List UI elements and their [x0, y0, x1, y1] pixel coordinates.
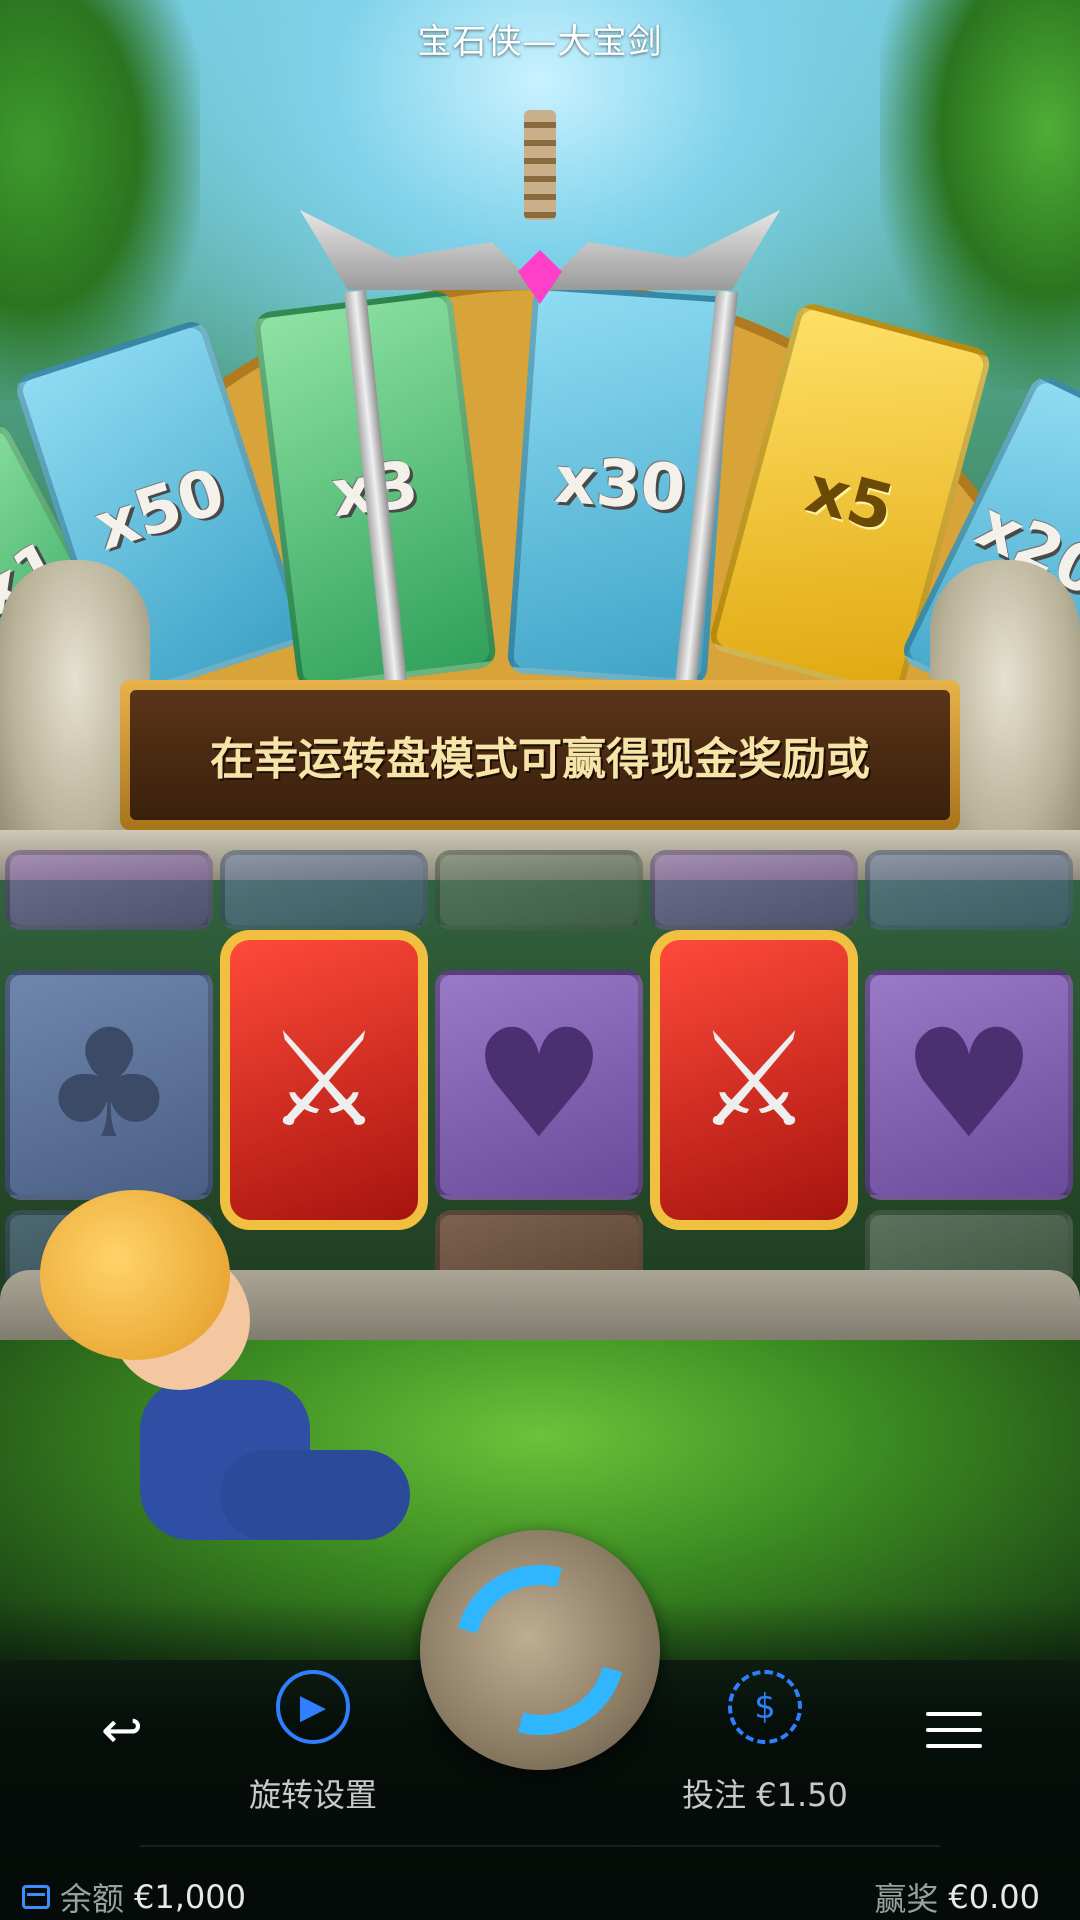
bet-label: 投注 [682, 1776, 747, 1814]
reel-tile-wild: ⚔ [650, 930, 858, 1230]
reel-tile [5, 850, 213, 930]
spin-settings-label: 旋转设置 [248, 1776, 377, 1814]
reel-tile [650, 850, 858, 930]
autoplay-icon: ▶ [276, 1670, 350, 1744]
reel-tile [435, 850, 643, 930]
info-banner: 在幸运转盘模式可赢得现金奖励或 [120, 680, 960, 830]
balance-value: €1,000 [134, 1878, 246, 1916]
spin-settings-button[interactable]: ▶ 旋转设置 [238, 1670, 388, 1816]
menu-icon[interactable] [926, 1712, 982, 1752]
reel-tile-heart: ♥ [865, 970, 1073, 1200]
game-title: 宝石侠—大宝剑 [417, 22, 663, 62]
hero-legs [220, 1450, 410, 1540]
wallet-icon [22, 1885, 50, 1909]
reel-tile-club: ♣ [5, 970, 213, 1200]
hero-hair [40, 1190, 230, 1360]
reel-tile [220, 850, 428, 930]
gem-icon [518, 250, 562, 304]
win-label: 赢奖 [874, 1880, 939, 1918]
sword-grip [524, 110, 556, 220]
spin-arrows-icon [423, 1533, 657, 1767]
hero-character [20, 1190, 420, 1590]
coin-icon: $ [728, 1670, 802, 1744]
club-icon: ♣ [41, 998, 177, 1172]
sword-pointer [300, 110, 780, 790]
balance-display: 余额 €1,000 [22, 1874, 246, 1920]
spin-button[interactable] [420, 1530, 660, 1770]
balance-label: 余额 [60, 1880, 125, 1918]
heart-icon: ♥ [901, 998, 1037, 1172]
back-arrow-icon[interactable]: ↩ [92, 1700, 152, 1760]
win-display: 赢奖 €0.00 [874, 1874, 1040, 1920]
sword-wild-icon: ⚔ [695, 1004, 813, 1156]
divider [140, 1845, 940, 1847]
bet-display: 投注 €1.50 [682, 1770, 848, 1816]
reel-tile-heart: ♥ [435, 970, 643, 1200]
bet-value: €1.50 [756, 1776, 848, 1814]
banner-text: 在幸运转盘模式可赢得现金奖励或 [130, 690, 950, 820]
reel-tile [865, 850, 1073, 930]
coin-symbol: $ [754, 1687, 776, 1727]
heart-icon: ♥ [471, 998, 607, 1172]
reel-tile-wild: ⚔ [220, 930, 428, 1230]
win-value: €0.00 [948, 1878, 1040, 1916]
bet-button[interactable]: $ 投注 €1.50 [670, 1670, 860, 1816]
sword-wild-icon: ⚔ [265, 1004, 383, 1156]
